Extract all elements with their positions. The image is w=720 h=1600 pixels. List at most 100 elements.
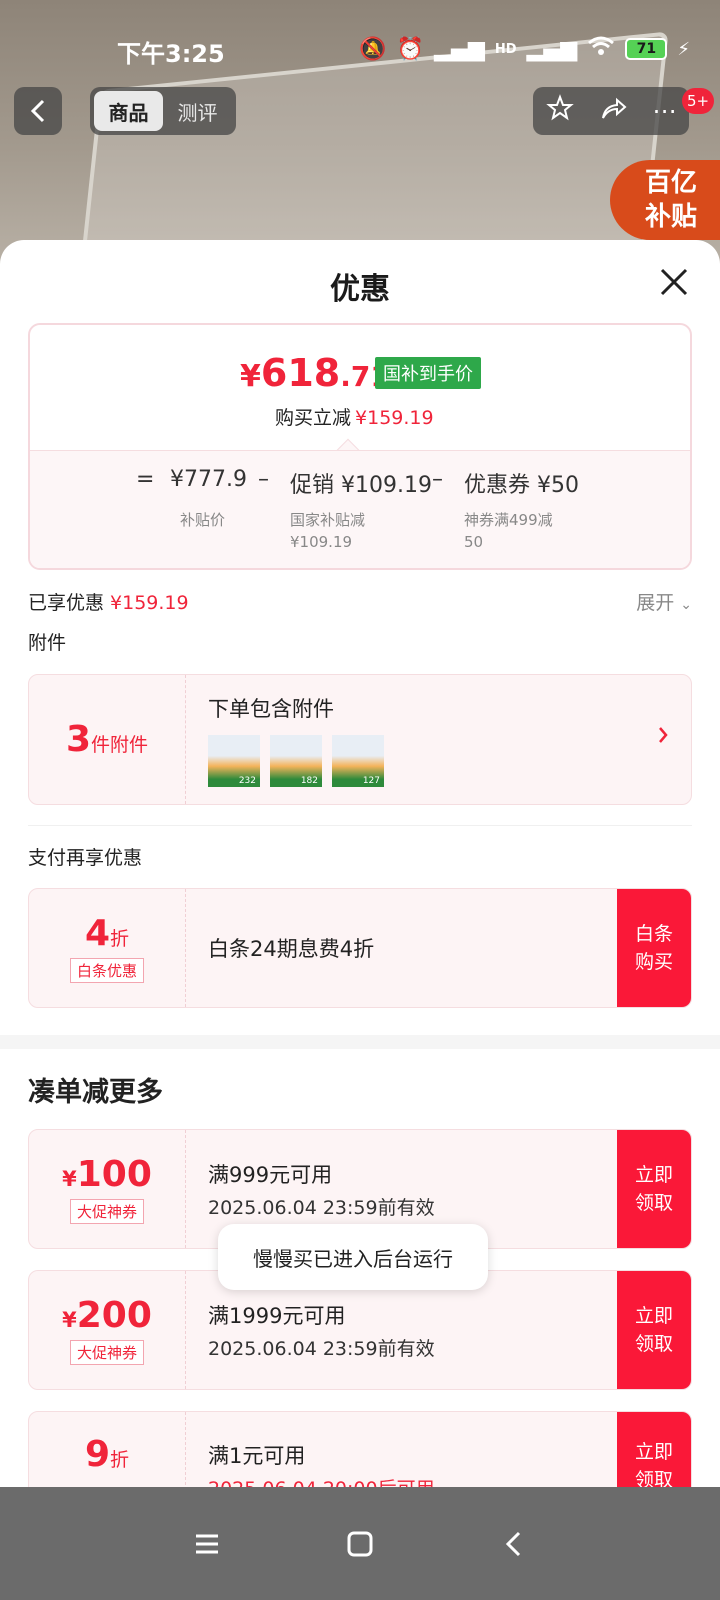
- coupon-badge: 大促神券: [69, 1199, 144, 1224]
- accessory-thumb-1[interactable]: 232: [208, 735, 260, 787]
- breakdown-label-1-text: 补贴价: [180, 511, 226, 529]
- close-button[interactable]: [656, 264, 692, 300]
- claim-coupon-button[interactable]: 立即 领取: [617, 1271, 691, 1389]
- breakdown-label-2-text: 国家补贴减: [290, 511, 366, 529]
- accessory-thumbnails: 232 182 127: [208, 735, 384, 787]
- baitiao-buy-label-1: 白条: [634, 923, 673, 945]
- coupon-amount-unit: 折: [110, 1449, 130, 1471]
- baitiao-buy-label: 白条 购买: [635, 920, 673, 976]
- menu-icon: [195, 1534, 218, 1553]
- reduce-value: ¥159.19: [355, 407, 434, 429]
- coupon-condition: 满1元可用: [208, 1444, 306, 1468]
- claim-coupon-label: 立即 领取: [635, 1302, 673, 1358]
- home-button[interactable]: [330, 1514, 390, 1574]
- price-reduce: 购买立减 ¥159.19: [275, 403, 434, 430]
- claim-coupon-label: 立即 领取: [635, 1161, 673, 1217]
- accessory-thumb-3[interactable]: 127: [332, 735, 384, 787]
- payment-discount-number: 4: [84, 913, 111, 954]
- subsidy-badge-line2: 补贴: [644, 202, 697, 232]
- discount-sheet: 优惠 ¥618.71 国补到手价 购买立减 ¥159.19 = ¥777.9 – …: [0, 240, 720, 1520]
- final-price: ¥618.71: [240, 351, 390, 395]
- section-gap: [0, 1035, 720, 1049]
- share-icon: [601, 97, 627, 119]
- breakdown-label-1: 补贴价: [180, 509, 225, 531]
- enjoyed-discount: 已享优惠 ¥159.19: [28, 588, 189, 615]
- status-icons: 🔕 ⏰ ▂▄▆ HD ▂▄▆ 71 ⚡: [359, 36, 690, 62]
- breakdown-label-3: 神券满499减 50: [464, 509, 553, 553]
- mute-icon: 🔕: [359, 36, 387, 62]
- coupon-amount-number: 9: [84, 1434, 111, 1475]
- notification-count-badge: 5+: [682, 88, 714, 114]
- product-tabs: 商品 测评: [90, 87, 236, 135]
- coupon-currency: ¥: [62, 1167, 77, 1191]
- menu-button[interactable]: [177, 1514, 237, 1574]
- coupon-amount-value: 9折: [85, 1434, 129, 1475]
- tab-review[interactable]: 测评: [163, 91, 232, 131]
- accessory-card[interactable]: 3件附件 下单包含附件 232 182 127: [28, 674, 692, 805]
- payment-card: 4折 白条优惠 白条24期息费4折 白条 购买: [28, 888, 692, 1008]
- signal-icon: ▂▄▆: [434, 36, 485, 62]
- price-currency: ¥: [240, 359, 261, 394]
- share-button[interactable]: [599, 94, 627, 128]
- accessory-thumb-2[interactable]: 182: [270, 735, 322, 787]
- sheet-title: 优惠: [330, 272, 390, 307]
- background-run-toast: 慢慢买已进入后台运行: [218, 1224, 488, 1290]
- coupon-condition: 满999元可用: [208, 1162, 333, 1187]
- coupon-amount-value: ¥100: [62, 1154, 152, 1195]
- star-icon: [545, 94, 574, 121]
- accessory-info: 下单包含附件 232 182 127: [186, 675, 384, 804]
- baitiao-buy-button[interactable]: 白条 购买: [617, 889, 691, 1007]
- price-integer: 618: [260, 351, 341, 395]
- subsidy-badge: 百亿 补贴: [610, 160, 720, 240]
- favorite-button[interactable]: [545, 94, 574, 128]
- signal-icon-2: ▂▄▆: [526, 36, 578, 62]
- status-bar: 下午3:25 🔕 ⏰ ▂▄▆ HD ▂▄▆ 71 ⚡: [0, 0, 720, 70]
- payment-info: 白条24期息费4折: [186, 889, 374, 1007]
- enjoyed-value: ¥159.19: [110, 592, 189, 614]
- accessory-count-wrap: 3件附件: [66, 719, 148, 760]
- more-button[interactable]: ⋯: [652, 97, 676, 125]
- coupon-badge: 大促神券: [69, 1340, 144, 1365]
- hd-label: HD: [494, 41, 517, 57]
- breakdown-label-3-text: 神券满499减: [464, 511, 553, 529]
- charging-icon: ⚡: [677, 38, 690, 60]
- accessory-count: 3件附件: [29, 675, 186, 804]
- coupon-amount-value: ¥200: [62, 1295, 152, 1336]
- expand-label: 展开: [636, 592, 675, 614]
- status-time: 下午3:25: [117, 40, 225, 68]
- accessory-section-label: 附件: [28, 632, 67, 654]
- payment-discount-value: 4折: [85, 913, 129, 954]
- expand-button[interactable]: 展开 ⌄: [636, 588, 692, 615]
- coupon-condition: 满1999元可用: [208, 1303, 346, 1328]
- minus-sign-2: –: [432, 467, 443, 492]
- breakdown-label-2-sub: ¥109.19: [290, 533, 353, 551]
- breakdown-value-3: 优惠券 ¥50: [464, 473, 579, 498]
- claim-coupon-label-1: 立即: [634, 1441, 673, 1463]
- nav-back-button[interactable]: [483, 1514, 543, 1574]
- header-actions: ⋯: [533, 87, 689, 135]
- price-type-tag: 国补到手价: [375, 357, 481, 389]
- back-button[interactable]: [14, 87, 62, 135]
- bundle-heading: 凑单减更多: [28, 1077, 163, 1108]
- baitiao-buy-label-2: 购买: [634, 951, 673, 973]
- tab-product[interactable]: 商品: [94, 91, 163, 131]
- claim-coupon-label-2: 领取: [634, 1333, 673, 1355]
- coupon-validity: 2025.06.04 23:59前有效: [208, 1337, 435, 1360]
- more-icon: ⋯: [652, 97, 677, 125]
- battery-icon: 71: [625, 38, 668, 60]
- breakdown-value-2: 促销 ¥109.19: [290, 473, 432, 498]
- accessory-count-number: 3: [65, 719, 92, 760]
- claim-coupon-button[interactable]: 立即 领取: [617, 1130, 691, 1248]
- claim-coupon-label-1: 立即: [634, 1305, 673, 1327]
- close-icon: [660, 268, 688, 296]
- enjoyed-label: 已享优惠: [28, 592, 105, 614]
- coupon-amount: ¥100 大促神券: [29, 1130, 186, 1248]
- section-divider: [28, 825, 692, 826]
- wifi-icon: [587, 36, 615, 62]
- claim-coupon-label-2: 领取: [634, 1192, 673, 1214]
- coupon-amount-number: 100: [76, 1154, 152, 1195]
- price-card: ¥618.71 国补到手价 购买立减 ¥159.19 = ¥777.9 – 促销 …: [28, 323, 692, 570]
- home-icon: [347, 1531, 373, 1556]
- accessory-thumb-1-label: 232: [238, 776, 256, 786]
- coupon-currency: ¥: [62, 1308, 77, 1332]
